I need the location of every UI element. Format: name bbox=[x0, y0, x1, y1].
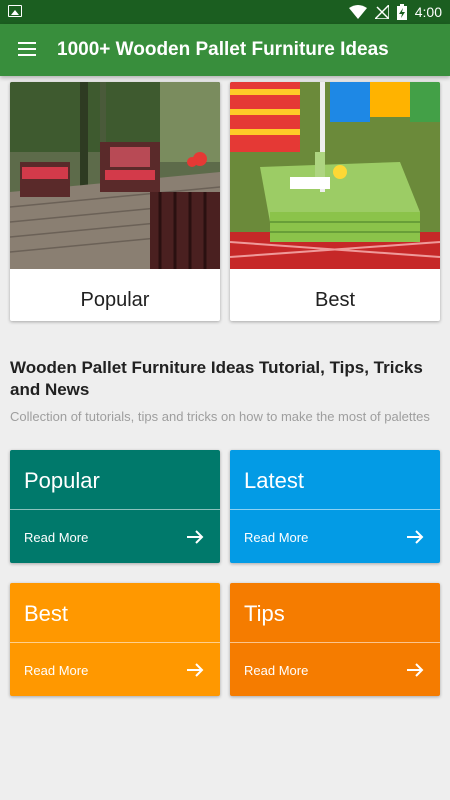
feature-card-label: Best bbox=[314, 289, 356, 311]
tile-divider bbox=[230, 642, 440, 643]
read-more-link[interactable]: Read More bbox=[24, 663, 88, 678]
arrow-right-icon[interactable] bbox=[186, 661, 204, 679]
arrow-right-icon[interactable] bbox=[186, 528, 204, 546]
status-icons: 4:00 bbox=[348, 3, 442, 21]
tile-title: Latest bbox=[244, 468, 304, 493]
tile-title: Best bbox=[24, 601, 69, 626]
read-more-link[interactable]: Read More bbox=[244, 663, 308, 678]
feature-card-popular[interactable]: Popular bbox=[10, 82, 220, 321]
app-bar: 1000+ Wooden Pallet Furniture Ideas bbox=[0, 24, 450, 76]
tile-divider bbox=[10, 509, 220, 510]
gallery-notification-icon bbox=[8, 5, 22, 17]
tile-latest[interactable]: Latest Read More bbox=[230, 450, 440, 563]
feature-card-best[interactable]: Best bbox=[230, 82, 440, 321]
no-signal-icon bbox=[374, 5, 389, 19]
wifi-icon bbox=[348, 5, 367, 19]
popular-feature-image bbox=[10, 82, 220, 269]
tile-best[interactable]: Best Read More bbox=[10, 583, 220, 696]
tile-title: Popular bbox=[24, 468, 100, 493]
arrow-right-icon[interactable] bbox=[406, 661, 424, 679]
tile-divider bbox=[10, 642, 220, 643]
section-subtitle: Collection of tutorials, tips and tricks… bbox=[10, 409, 430, 424]
section-title: Wooden Pallet Furniture Ideas Tutorial, … bbox=[10, 358, 423, 399]
feature-card-label: Popular bbox=[80, 289, 150, 311]
tile-divider bbox=[230, 509, 440, 510]
arrow-right-icon[interactable] bbox=[406, 528, 424, 546]
read-more-link[interactable]: Read More bbox=[244, 530, 308, 545]
status-clock: 4:00 bbox=[414, 4, 442, 20]
menu-icon[interactable] bbox=[18, 42, 36, 56]
tile-title: Tips bbox=[244, 601, 285, 626]
tile-tips[interactable]: Tips Read More bbox=[230, 583, 440, 696]
best-feature-image bbox=[230, 82, 440, 269]
battery-charging-icon bbox=[396, 4, 407, 20]
status-bar: 4:00 bbox=[0, 0, 450, 24]
app-title: 1000+ Wooden Pallet Furniture Ideas bbox=[57, 39, 389, 60]
tile-popular[interactable]: Popular Read More bbox=[10, 450, 220, 563]
read-more-link[interactable]: Read More bbox=[24, 530, 88, 545]
